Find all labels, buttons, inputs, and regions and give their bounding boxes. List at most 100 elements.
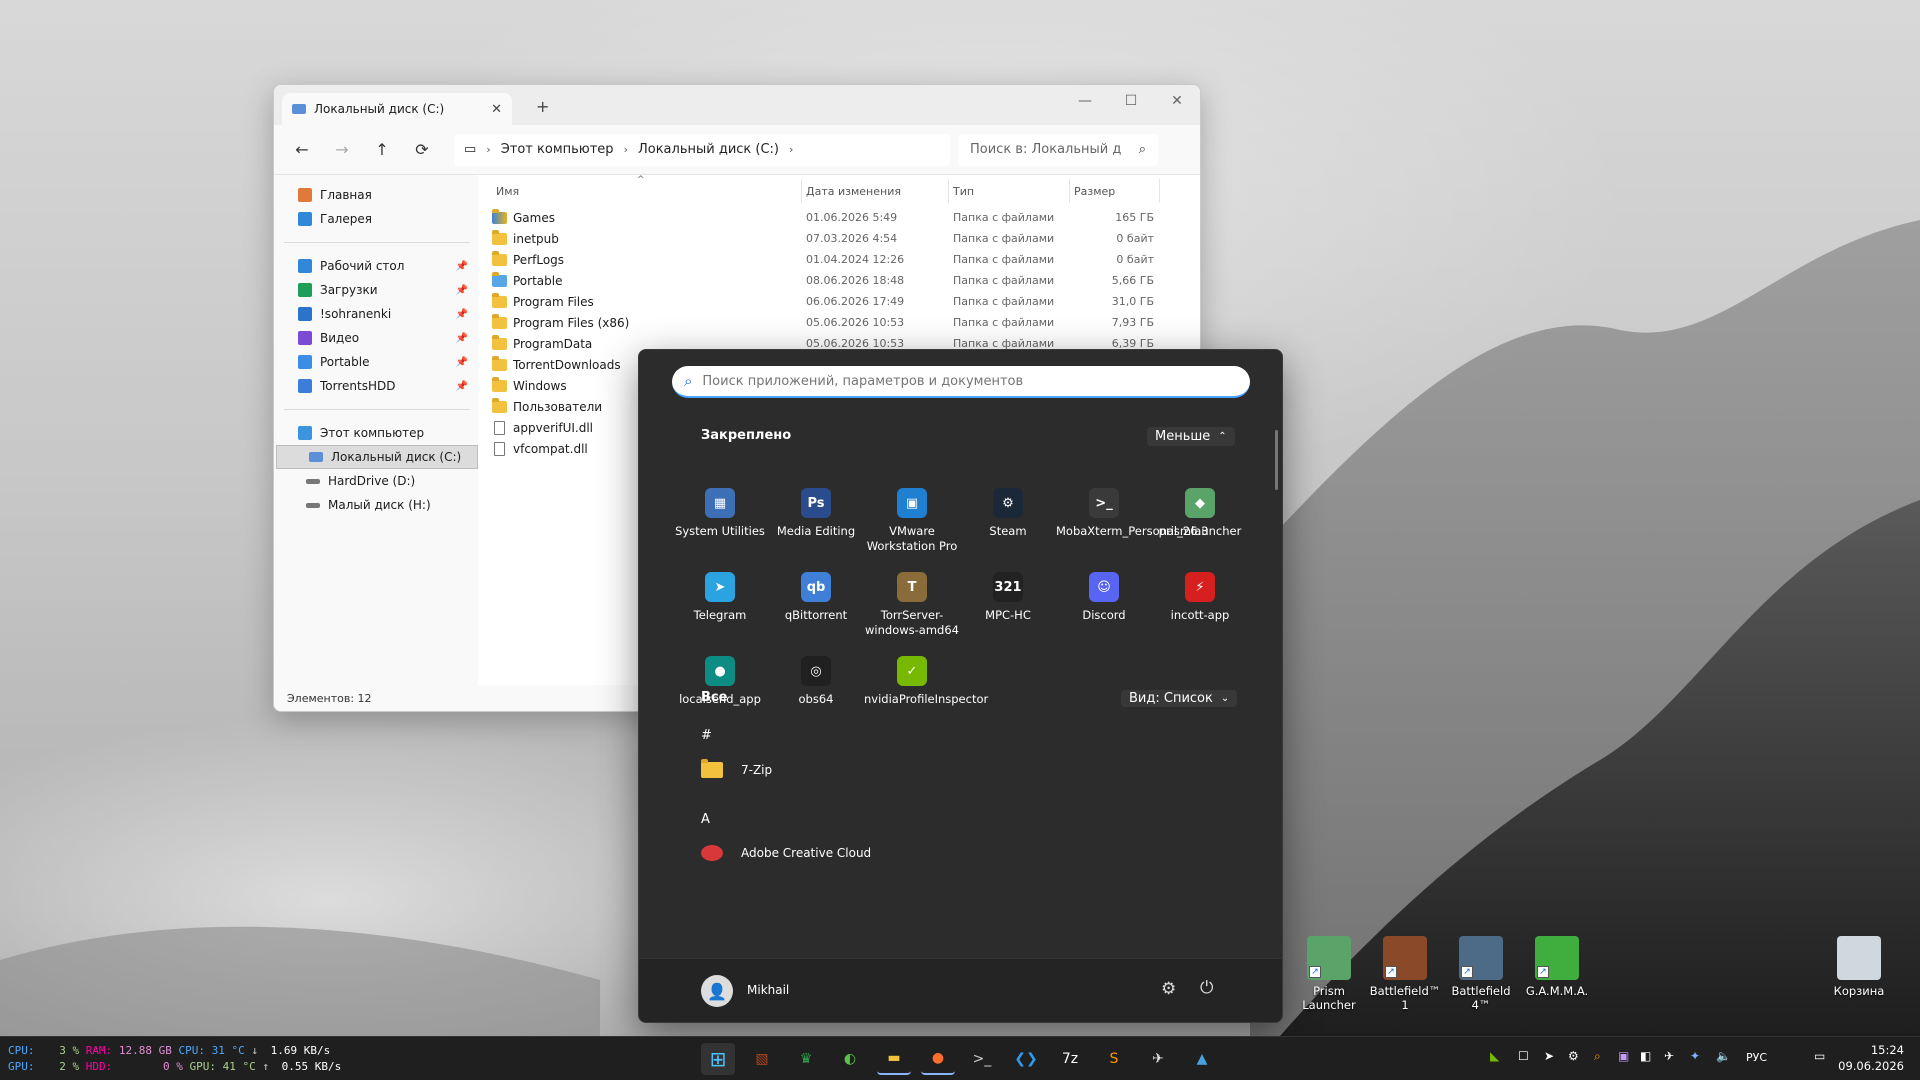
tray-icon[interactable]: ☐ xyxy=(1518,1049,1529,1063)
breadcrumb-this-pc[interactable]: Этот компьютер xyxy=(501,142,614,157)
pinned-app[interactable]: ◆ prismlauncher xyxy=(1152,488,1248,539)
pinned-app[interactable]: ▣ VMware Workstation Pro xyxy=(864,488,960,554)
column-size[interactable]: Размер xyxy=(1070,179,1160,203)
desktop-icon[interactable]: Корзина xyxy=(1822,936,1896,998)
search-tray-icon[interactable]: ⌕ xyxy=(1594,1049,1601,1064)
desktop-icon[interactable]: ↗ Battlefield™ 1 xyxy=(1368,936,1442,1012)
pinned-app[interactable]: ☺ Discord xyxy=(1056,572,1152,623)
eagle-tray-icon[interactable]: ✈ xyxy=(1664,1049,1674,1063)
close-tab-icon[interactable]: ✕ xyxy=(491,102,502,117)
table-row[interactable]: Program Files (x86) 05.06.2026 10:53 Папка… xyxy=(478,312,1200,333)
pinned-app[interactable]: 321 MPC-HC xyxy=(960,572,1056,623)
table-row[interactable]: Program Files 06.06.2026 17:49 Папка с фай… xyxy=(478,291,1200,312)
eagle-icon[interactable]: ✈ xyxy=(1141,1043,1175,1075)
pin-icon[interactable]: 📌 xyxy=(456,309,468,320)
nav-drive-item[interactable]: HardDrive (D:) xyxy=(274,469,478,493)
pinned-app[interactable]: ⚙ Steam xyxy=(960,488,1056,539)
crown-icon[interactable]: ♛ xyxy=(789,1043,823,1075)
minimize-button[interactable]: — xyxy=(1062,85,1108,117)
forward-button[interactable]: → xyxy=(322,134,362,166)
pinned-app[interactable]: T TorrServer-windows-amd64 xyxy=(864,572,960,638)
power-icon[interactable]: ⏻ xyxy=(1200,978,1213,998)
list-letter-a[interactable]: A xyxy=(701,812,710,827)
address-bar[interactable]: ▭ › Этот компьютер › Локальный диск (C:)… xyxy=(454,133,950,166)
pin-icon[interactable]: 📌 xyxy=(456,357,468,368)
pinned-app[interactable]: ✓ nvidiaProfileInspector xyxy=(864,656,988,707)
pinned-app[interactable]: >_ MobaXterm_Personal_26.3 xyxy=(1056,488,1209,539)
7zip-icon[interactable]: 7z xyxy=(1053,1043,1087,1075)
cpu-temp: 31 °C xyxy=(211,1044,245,1057)
tab-local-disk[interactable]: Локальный диск (C:) ✕ xyxy=(282,93,512,125)
pin-icon[interactable]: 📌 xyxy=(456,285,468,296)
table-row[interactable]: Portable 08.06.2026 18:48 Папка с файлами 5… xyxy=(478,270,1200,291)
telegram-tray-icon[interactable]: ➤ xyxy=(1544,1049,1554,1063)
app-tray-icon[interactable]: ▣ xyxy=(1618,1049,1629,1063)
start-icon[interactable]: ⊞ xyxy=(701,1043,735,1075)
refresh-button[interactable]: ⟳ xyxy=(402,134,442,166)
clock[interactable]: 15:24 09.06.2026 xyxy=(1838,1042,1904,1074)
file-explorer-icon[interactable]: ▬ xyxy=(877,1043,911,1075)
start-search-input[interactable] xyxy=(702,373,1250,389)
nvidia-tray-icon[interactable]: ◣ xyxy=(1490,1049,1499,1063)
language-indicator[interactable]: РУС xyxy=(1746,1051,1767,1064)
pin-icon[interactable]: 📌 xyxy=(456,261,468,272)
terminal-icon[interactable]: >_ xyxy=(965,1043,999,1075)
column-date[interactable]: Дата изменения xyxy=(802,179,949,203)
nav-quick-item[interactable]: Видео 📌 xyxy=(274,326,478,350)
view-list-button[interactable]: Вид: Список ⌄ xyxy=(1121,690,1238,707)
nav-this-pc[interactable]: Этот компьютер xyxy=(274,421,478,445)
image-viewer-icon[interactable]: ▲ xyxy=(1185,1043,1219,1075)
less-button[interactable]: Меньше ⌃ xyxy=(1147,427,1235,446)
network-tray-icon[interactable]: ✦ xyxy=(1690,1049,1700,1063)
pin-icon[interactable]: 📌 xyxy=(456,333,468,344)
up-button[interactable]: ↑ xyxy=(362,134,402,166)
column-name[interactable]: Имя xyxy=(492,179,802,203)
sublime-icon[interactable]: S xyxy=(1097,1043,1131,1075)
pinned-app[interactable]: ◎ obs64 xyxy=(768,656,864,707)
table-row[interactable]: Games 01.06.2026 5:49 Папка с файлами 165 Г… xyxy=(478,207,1200,228)
back-button[interactable]: ← xyxy=(282,134,322,166)
list-item-7zip[interactable]: 7-Zip xyxy=(701,759,772,778)
photos-icon[interactable]: ▧ xyxy=(745,1043,779,1075)
pinned-app[interactable]: Ps Media Editing xyxy=(768,488,864,539)
nav-quick-item[interactable]: TorrentsHDD 📌 xyxy=(274,374,478,398)
desktop-icon[interactable]: ↗ Prism Launcher xyxy=(1292,936,1366,1012)
new-tab-button[interactable]: + xyxy=(536,97,549,116)
column-type[interactable]: Тип xyxy=(949,179,1070,203)
nav-home[interactable]: Главная xyxy=(274,183,478,207)
breadcrumb-local-disk[interactable]: Локальный диск (C:) xyxy=(638,142,779,157)
display-icon[interactable]: ▭ xyxy=(1814,1049,1825,1063)
pin-icon[interactable]: 📌 xyxy=(456,381,468,392)
desktop-icon[interactable]: ↗ G.A.M.M.A. xyxy=(1520,936,1594,998)
nav-drive-item[interactable]: Локальный диск (C:) xyxy=(276,445,478,469)
vscode-icon[interactable]: ❮❯ xyxy=(1009,1043,1043,1075)
maximize-button[interactable]: ☐ xyxy=(1108,85,1154,117)
close-window-button[interactable]: ✕ xyxy=(1154,85,1200,117)
nav-gallery[interactable]: Галерея xyxy=(274,207,478,231)
nav-quick-item[interactable]: !sohranenki 📌 xyxy=(274,302,478,326)
list-item-adobe-cc[interactable]: Adobe Creative Cloud xyxy=(701,845,871,861)
edge-icon[interactable]: ◐ xyxy=(833,1043,867,1075)
pinned-app[interactable]: ▦ System Utilities xyxy=(672,488,768,539)
desktop-icon[interactable]: ↗ Battlefield 4™ xyxy=(1444,936,1518,1012)
pinned-app[interactable]: ➤ Telegram xyxy=(672,572,768,623)
table-row[interactable]: inetpub 07.03.2026 4:54 Папка с файлами 0 б… xyxy=(478,228,1200,249)
nav-quick-item[interactable]: Portable 📌 xyxy=(274,350,478,374)
controller-tray-icon[interactable]: ◧ xyxy=(1640,1049,1651,1063)
list-letter-hash[interactable]: # xyxy=(701,728,712,743)
table-row[interactable]: PerfLogs 01.04.2024 12:26 Папка с файлами 0… xyxy=(478,249,1200,270)
nav-drive-item[interactable]: Малый диск (H:) xyxy=(274,493,478,517)
search-input[interactable]: Поиск в: Локальный д ⌕ xyxy=(958,133,1158,166)
nav-quick-item[interactable]: Рабочий стол 📌 xyxy=(274,254,478,278)
nav-quick-item[interactable]: Загрузки 📌 xyxy=(274,278,478,302)
avatar[interactable]: 👤 xyxy=(701,975,733,1007)
pinned-app[interactable]: ⚡ incott-app xyxy=(1152,572,1248,623)
start-search-box[interactable]: ⌕ xyxy=(672,366,1250,398)
pinned-app[interactable]: qb qBittorrent xyxy=(768,572,864,623)
settings-icon[interactable]: ⚙ xyxy=(1161,979,1176,999)
volume-icon[interactable]: 🔈 xyxy=(1716,1049,1731,1063)
scrollbar[interactable] xyxy=(1275,430,1278,490)
user-name[interactable]: Mikhail xyxy=(747,983,789,997)
firefox-icon[interactable]: ● xyxy=(921,1043,955,1075)
steam-tray-icon[interactable]: ⚙ xyxy=(1568,1049,1579,1063)
